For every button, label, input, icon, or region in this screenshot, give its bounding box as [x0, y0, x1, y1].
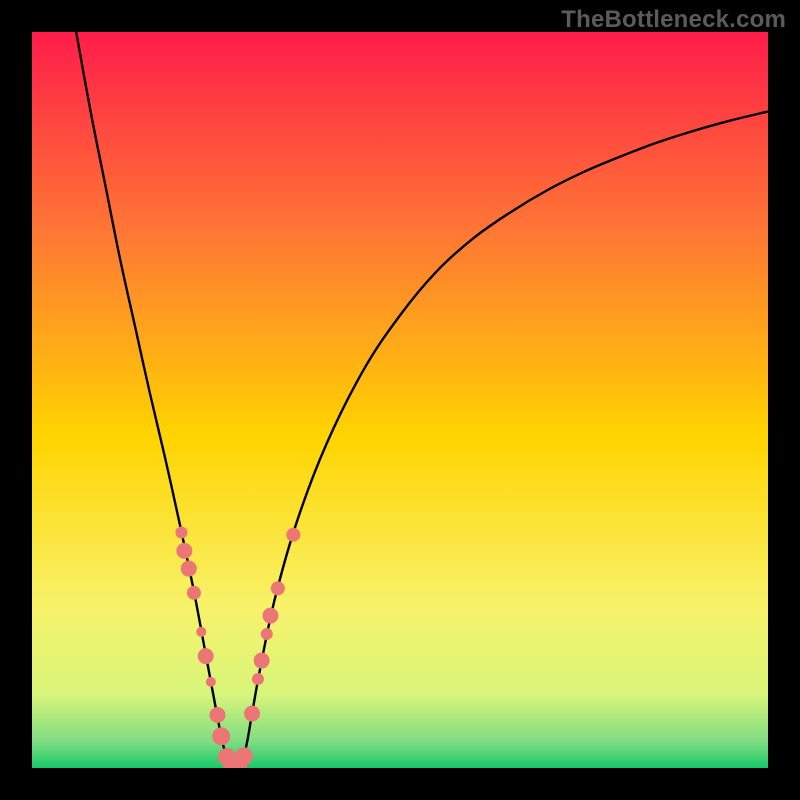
bottleneck-chart	[32, 32, 768, 768]
sample-point	[209, 707, 225, 723]
sample-point	[196, 627, 206, 637]
sample-point	[187, 586, 201, 600]
sample-point	[261, 628, 273, 640]
sample-point	[262, 608, 278, 624]
sample-point	[176, 543, 192, 559]
sample-point	[254, 653, 270, 669]
sample-point	[212, 727, 230, 745]
sample-point	[175, 526, 187, 538]
sample-point	[286, 528, 300, 542]
sample-point	[198, 648, 214, 664]
watermark-text: TheBottleneck.com	[561, 6, 786, 34]
sample-point	[244, 706, 260, 722]
sample-point	[271, 581, 285, 595]
sample-point	[235, 747, 253, 765]
chart-frame: TheBottleneck.com	[0, 0, 800, 800]
sample-point	[181, 561, 197, 577]
sample-point	[206, 677, 216, 687]
sample-point	[252, 673, 264, 685]
plot-area	[32, 32, 768, 768]
